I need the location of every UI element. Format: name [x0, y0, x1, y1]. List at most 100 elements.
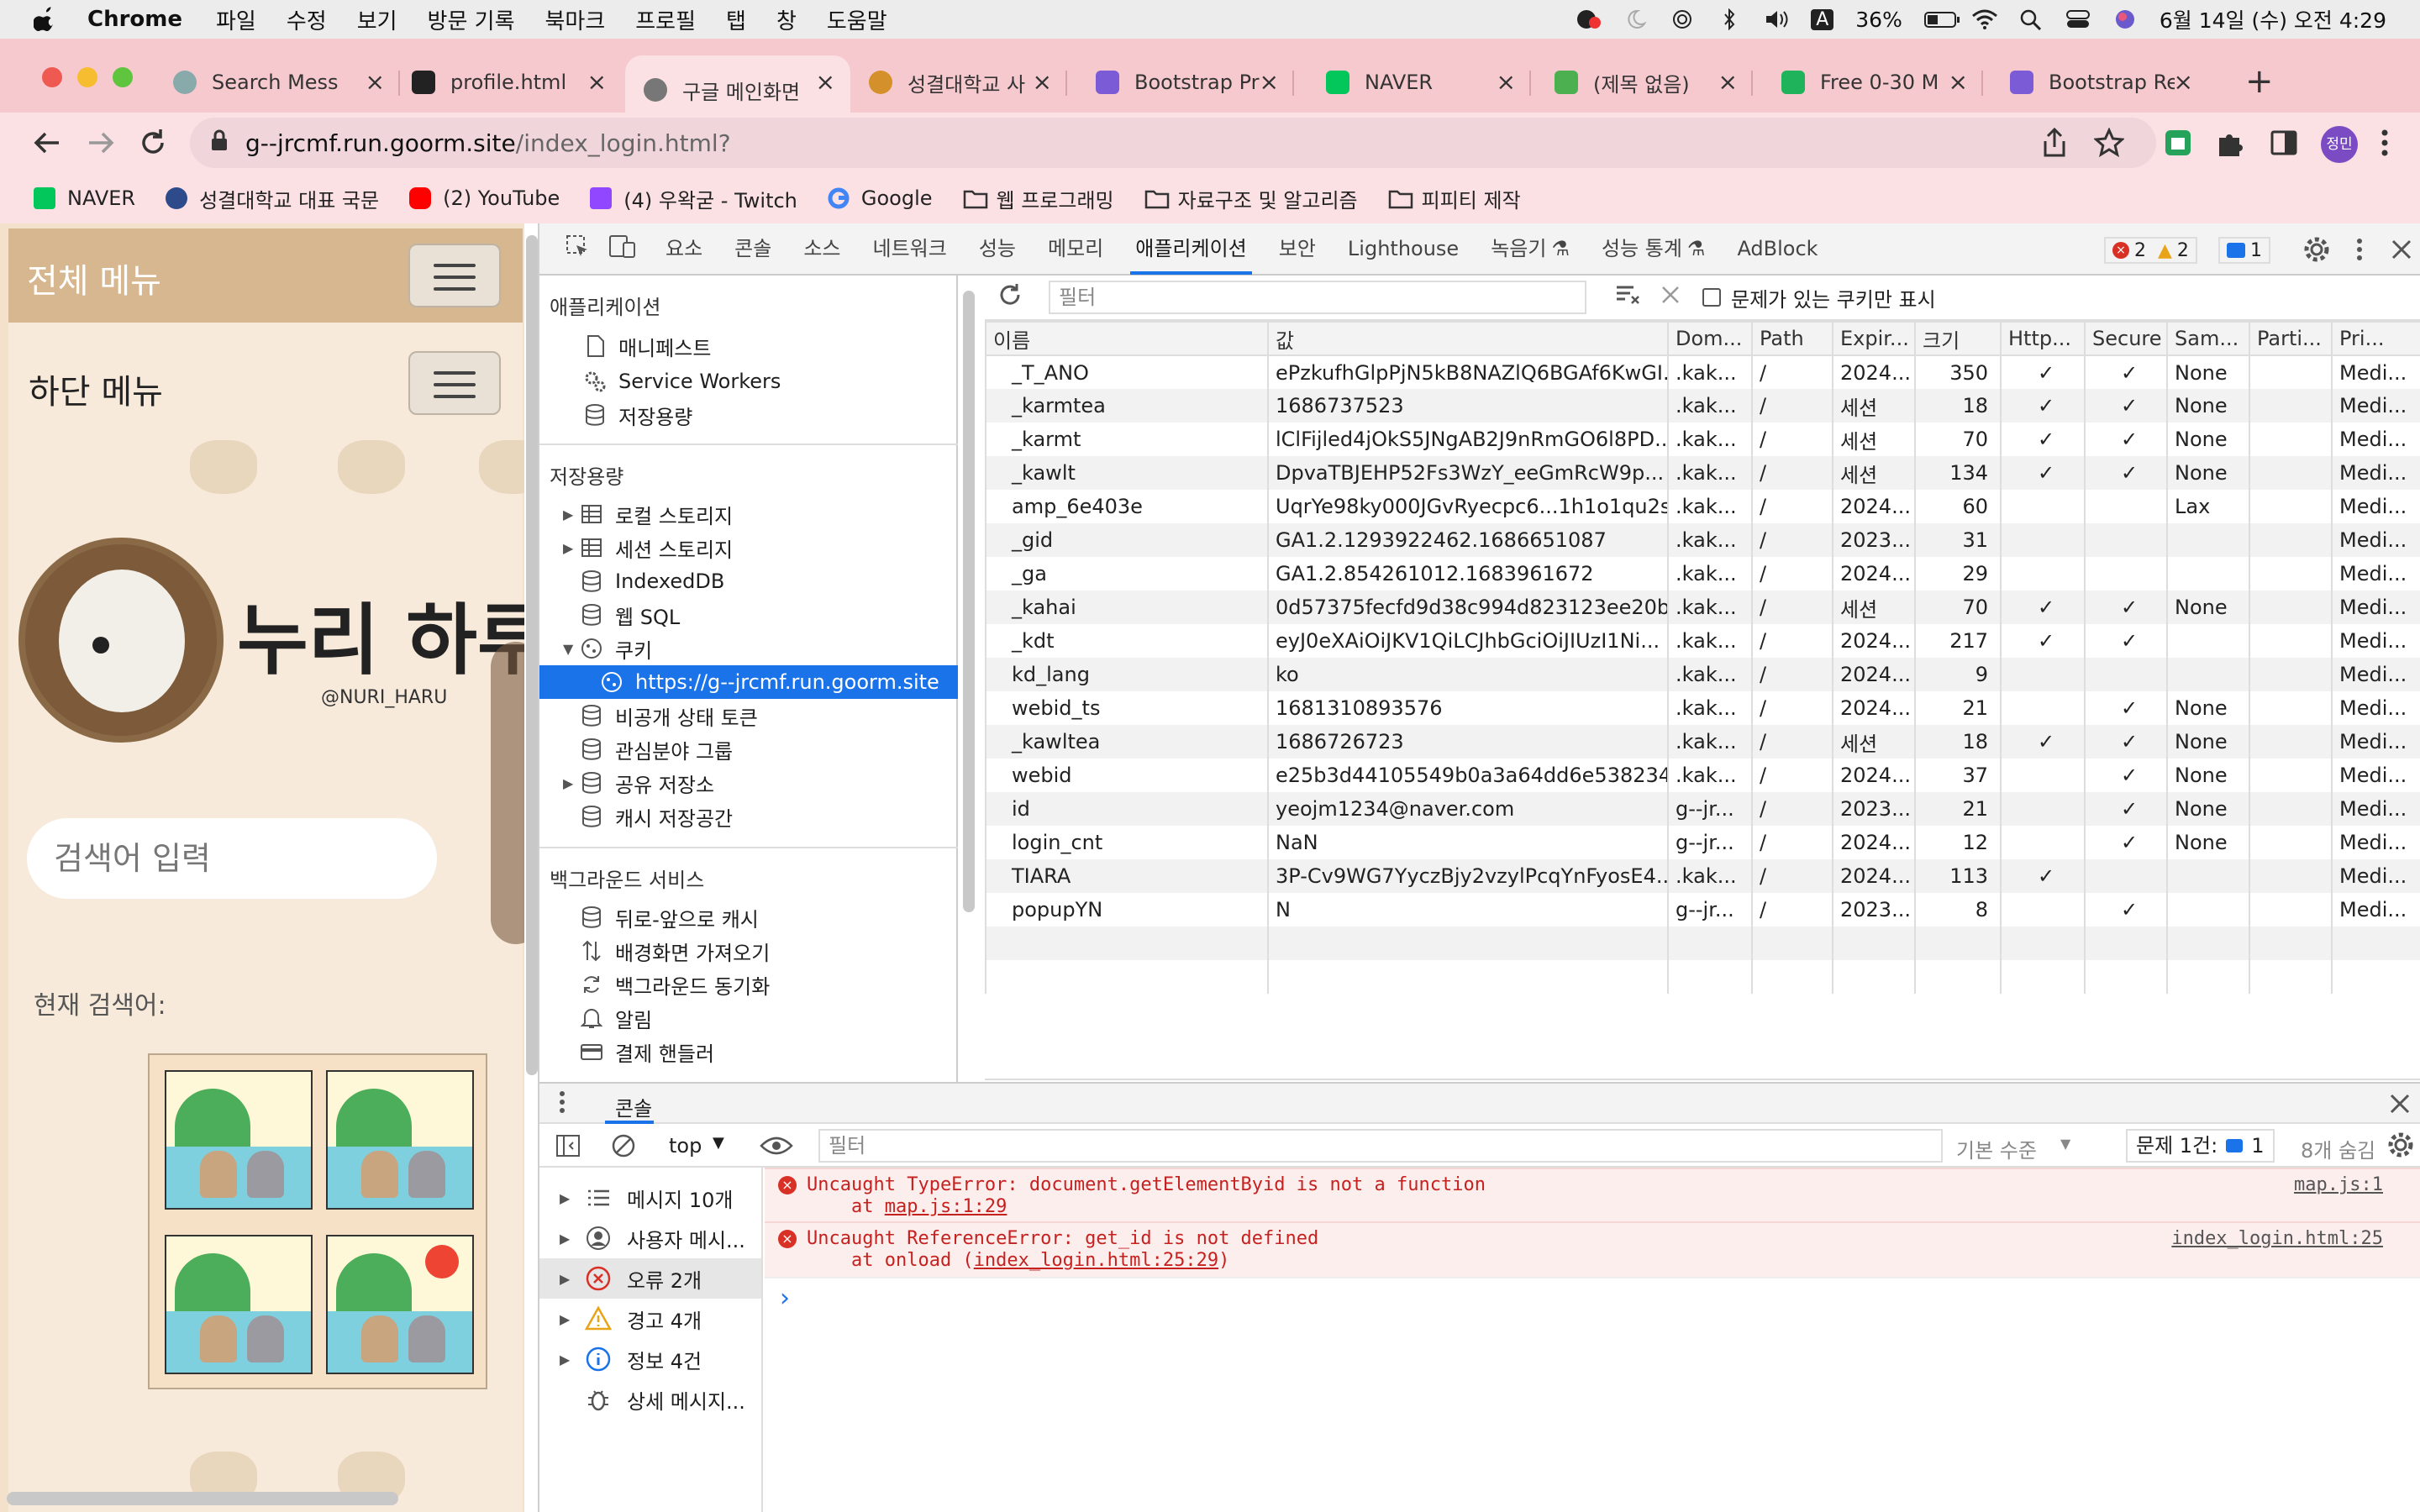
cookie-filter-input[interactable]: 필터	[1049, 281, 1586, 314]
moon-icon[interactable]	[1623, 8, 1648, 30]
tab-network[interactable]: 네트워크	[873, 223, 947, 275]
forward-button[interactable]	[84, 126, 118, 163]
tab-naver[interactable]: NAVER ×	[1326, 55, 1531, 109]
tree-service-workers[interactable]: Service Workers	[566, 365, 781, 398]
tab-free-0-30[interactable]: Free 0-30 M ×	[1781, 55, 1983, 109]
close-icon[interactable]: ×	[1718, 71, 1738, 94]
cookie-row[interactable]: login_cnt NaN g--jr.../2024... 12 ✓ None Medi.…	[985, 826, 2420, 859]
cookie-row[interactable]: _karmt lClFijled4jOkS5JNgAB2J9nRmGO6l8PD.…	[985, 423, 2420, 456]
wifi-icon[interactable]	[1971, 8, 1997, 30]
column-header[interactable]: Dom...	[1667, 321, 1753, 356]
window-minimize-button[interactable]	[77, 67, 97, 87]
menu-profiles[interactable]: 프로필	[635, 4, 696, 35]
share-icon[interactable]	[2040, 127, 2069, 161]
tree-cookies[interactable]: ▼ 쿠키	[563, 632, 652, 665]
clock-datetime[interactable]: 6월 14일 (수) 오전 4:29	[2160, 4, 2386, 34]
console-filter-input[interactable]: 필터	[818, 1129, 1943, 1163]
tab-security[interactable]: 보안	[1279, 223, 1316, 275]
tree-storage[interactable]: 저장용량	[566, 398, 692, 432]
bookmark-folder-web[interactable]: 웹 프로그래밍	[963, 184, 1114, 213]
dropdown-caret-icon[interactable]: ▼	[713, 1134, 724, 1152]
tree-notifications[interactable]: 알림	[580, 1001, 652, 1035]
drawer-menu-icon[interactable]	[558, 1089, 566, 1121]
menu-app-name[interactable]: Chrome	[87, 7, 182, 32]
cookie-row[interactable]: _gid GA1.2.1293922462.1686651087 .kak.../2…	[985, 523, 2420, 557]
column-header[interactable]: 값	[1267, 321, 1669, 356]
console-error-message[interactable]: × Uncaught TypeError: document.getElemen…	[765, 1168, 2420, 1221]
cookie-row[interactable]: popupYN Ng--jr.../2023... 8 ✓ Medi...	[985, 893, 2420, 927]
tree-background-sync[interactable]: 백그라운드 동기화	[580, 968, 770, 1001]
bluetooth-icon[interactable]	[1717, 8, 1742, 31]
console-filter-user-messages[interactable]: ▶ 사용자 메시...	[539, 1218, 761, 1258]
tree-manifest[interactable]: 매니페스트	[566, 329, 711, 363]
menu-window[interactable]: 창	[776, 4, 797, 35]
context-selector[interactable]: top	[669, 1134, 702, 1158]
column-header[interactable]: Parti...	[2249, 321, 2333, 356]
notification-badge-icon[interactable]	[1576, 8, 1602, 30]
battery-icon[interactable]	[1923, 8, 1960, 30]
close-icon[interactable]: ×	[2174, 71, 2193, 94]
address-bar[interactable]: g--jrcmf.run.goorm.site/index_login.html…	[190, 118, 2156, 168]
cookie-row[interactable]: _T_ANO ePzkufhGlpPjN5kB8NAZlQ6BGAf6KwGI..…	[985, 355, 2420, 389]
input-source-indicator[interactable]: A	[1811, 8, 1834, 30]
tab-profile-html[interactable]: profile.html ×	[412, 55, 622, 109]
tree-local-storage[interactable]: ▶ 로컬 스토리지	[563, 497, 733, 531]
tab-untitled[interactable]: (제목 없음) ×	[1555, 55, 1753, 109]
chrome-menu-icon[interactable]	[2380, 126, 2390, 163]
live-expression-eye-icon[interactable]	[760, 1134, 793, 1163]
close-icon[interactable]: ×	[1949, 71, 1968, 94]
tree-cache-storage[interactable]: 캐시 저장공간	[580, 800, 733, 833]
tab-memory[interactable]: 메모리	[1048, 223, 1103, 275]
tab-adblock[interactable]: AdBlock	[1737, 223, 1818, 275]
cookie-row[interactable]: TIARA 3P-Cv9WG7YyczBjy2vzylPcqYnFyosE4...…	[985, 859, 2420, 893]
bookmark-folder-ds[interactable]: 자료구조 및 알고리즘	[1144, 184, 1358, 213]
console-filter-verbose[interactable]: 상세 메시지...	[539, 1379, 761, 1420]
cookie-row[interactable]: id yeojm1234@naver.com g--jr.../2023... 21 ✓…	[985, 792, 2420, 826]
console-settings-gear-icon[interactable]	[2386, 1131, 2415, 1164]
expand-arrow-icon[interactable]: ▶	[563, 507, 580, 522]
tab-bootstrap-re[interactable]: Bootstrap Re ×	[2010, 55, 2208, 109]
bookmark-star-icon[interactable]	[2092, 127, 2126, 161]
extension-icon[interactable]	[2163, 128, 2193, 161]
sidebar-toggle-icon[interactable]	[555, 1132, 581, 1164]
error-source-link[interactable]: map.js:1	[2294, 1174, 2383, 1195]
close-icon[interactable]: ×	[1033, 71, 1052, 94]
issues-count-button[interactable]: 문제 1건: 1	[2126, 1129, 2275, 1163]
column-header[interactable]: Expir...	[1832, 321, 1916, 356]
close-drawer-icon[interactable]	[2388, 1090, 2412, 1122]
menu-view[interactable]: 보기	[357, 4, 397, 35]
cookie-row[interactable]: _ga GA1.2.854261012.1683961672 .kak.../202…	[985, 557, 2420, 591]
tab-search-messages[interactable]: Search Mess ×	[173, 55, 400, 109]
cookie-row[interactable]: _kahai 0d57375fecfd9d38c994d823123ee20be.…	[985, 591, 2420, 624]
column-header[interactable]: Secure	[2084, 321, 2168, 356]
tree-cookie-origin-selected[interactable]: https://g--jrcmf.run.goorm.site	[539, 665, 958, 699]
tab-application[interactable]: 애플리케이션	[1130, 223, 1253, 275]
tab-elements[interactable]: 요소	[666, 223, 702, 275]
menu-edit[interactable]: 수정	[287, 4, 327, 35]
close-icon[interactable]: ×	[816, 71, 835, 94]
profile-avatar[interactable]: 정민	[2321, 126, 2358, 163]
close-icon[interactable]: ×	[587, 71, 607, 94]
clear-console-icon[interactable]	[610, 1132, 637, 1164]
bookmark-sungkyul[interactable]: 성결대학교 대표 국문	[166, 184, 379, 213]
column-header[interactable]: 크기	[1914, 321, 2002, 356]
tab-lighthouse[interactable]: Lighthouse	[1348, 223, 1459, 275]
cookie-row[interactable]: webid_ts 1681310893576 .kak.../2024... 21 ✓ N…	[985, 691, 2420, 725]
bookmark-folder-ppt[interactable]: 피피티 제작	[1388, 184, 1521, 213]
drawer-tab-console[interactable]: 콘솔	[615, 1092, 652, 1121]
tab-performance[interactable]: 성능	[979, 223, 1016, 275]
error-source-link[interactable]: index_login.html:25	[2171, 1228, 2383, 1249]
sidebar-scrollbar[interactable]	[963, 291, 975, 912]
cookie-row[interactable]: amp_6e403e UqrYe98ky000JGvRyecpc6...1h1o1…	[985, 490, 2420, 523]
close-icon[interactable]: ×	[366, 71, 385, 94]
window-close-button[interactable]	[42, 67, 62, 87]
menu-bookmarks[interactable]: 북마크	[545, 4, 606, 35]
hamburger-menu-button[interactable]	[408, 244, 501, 307]
extensions-puzzle-icon[interactable]	[2215, 128, 2245, 161]
tree-shared-storage[interactable]: ▶ 공유 저장소	[563, 766, 714, 800]
issue-counters[interactable]: × 2 ▲ 2	[2104, 237, 2197, 264]
console-filter-errors[interactable]: ▶ 오류 2개	[539, 1258, 761, 1299]
tree-session-storage[interactable]: ▶ 세션 스토리지	[563, 531, 733, 564]
tab-sungkyul[interactable]: 성결대학교 사 ×	[869, 55, 1067, 109]
horizontal-scrollbar[interactable]	[7, 1492, 398, 1505]
